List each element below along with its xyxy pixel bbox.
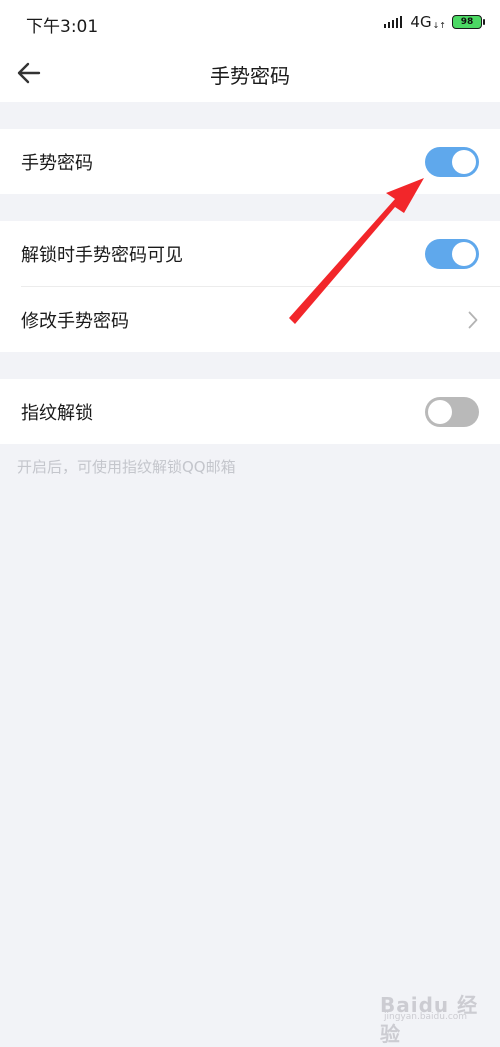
change-gesture-password-label: 修改手势密码	[21, 310, 129, 332]
gesture-password-row: 手势密码	[0, 129, 500, 194]
toggle-knob	[428, 399, 452, 424]
visible-when-unlocking-toggle[interactable]	[425, 238, 479, 269]
baidu-watermark: Baidu 经验 jingyan.baidu.com	[380, 985, 490, 1046]
gesture-password-label: 手势密码	[21, 152, 93, 174]
page-title: 手势密码	[210, 64, 290, 88]
toggle-knob	[452, 149, 476, 174]
fingerprint-hint: 开启后，可使用指纹解锁QQ邮箱	[17, 458, 236, 476]
chevron-right-icon	[466, 310, 480, 330]
status-bar: 下午3:01 4G ↓↑ 98	[0, 0, 500, 44]
toggle-knob	[452, 241, 476, 266]
visible-when-unlocking-label: 解锁时手势密码可见	[21, 244, 183, 266]
watermark-url: jingyan.baidu.com	[384, 1012, 468, 1022]
gesture-options-group: 解锁时手势密码可见 修改手势密码	[0, 221, 500, 352]
network-type: 4G	[410, 13, 432, 31]
network-activity-icon: ↓↑	[432, 20, 446, 30]
status-indicators: 4G ↓↑ 98	[384, 11, 485, 33]
gesture-password-toggle[interactable]	[425, 146, 479, 177]
visible-when-unlocking-row: 解锁时手势密码可见	[0, 221, 500, 286]
fingerprint-group: 指纹解锁	[0, 379, 500, 444]
fingerprint-unlock-row: 指纹解锁	[0, 379, 500, 444]
battery-level: 98	[460, 17, 474, 27]
battery-icon: 98	[452, 15, 485, 29]
fingerprint-unlock-label: 指纹解锁	[21, 402, 93, 424]
fingerprint-unlock-toggle[interactable]	[425, 396, 479, 427]
change-gesture-password-row[interactable]: 修改手势密码	[0, 287, 500, 352]
signal-strength-icon	[384, 16, 403, 28]
gesture-password-group: 手势密码	[0, 129, 500, 194]
status-time: 下午3:01	[26, 17, 99, 37]
nav-bar: 手势密码	[0, 44, 500, 102]
